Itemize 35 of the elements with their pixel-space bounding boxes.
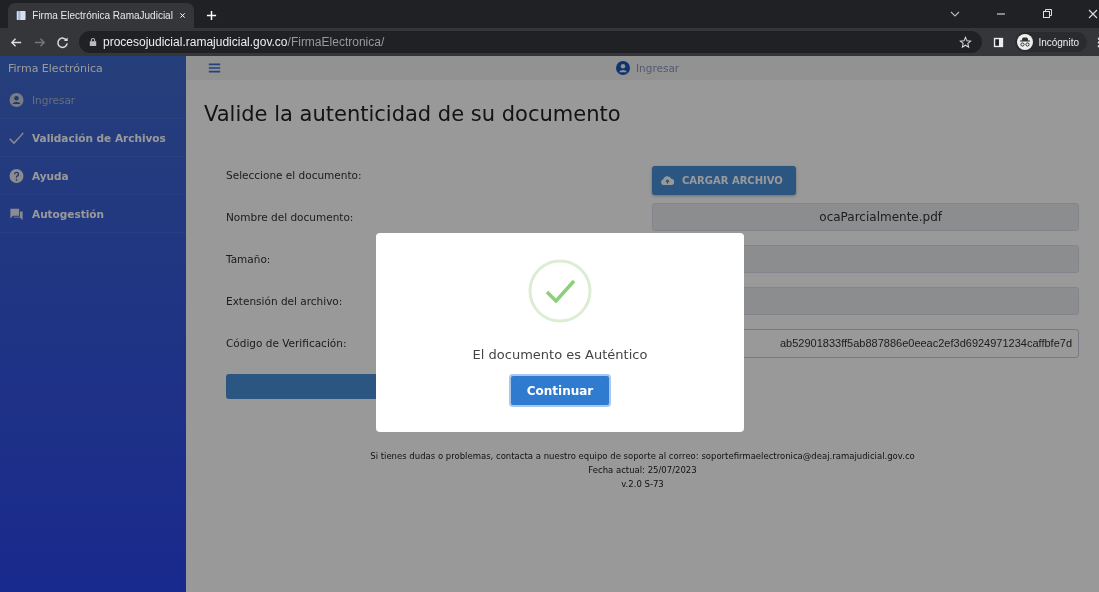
profile-button[interactable]: Incógnito	[1015, 32, 1087, 52]
restore-icon[interactable]	[1041, 8, 1053, 20]
close-icon[interactable]	[1087, 8, 1099, 20]
cloud-upload-icon	[660, 174, 675, 186]
user-icon	[9, 92, 24, 107]
upload-button[interactable]: CARGAR ARCHIVO	[652, 165, 796, 195]
address-field[interactable]: procesojudicial.ramajudicial.gov.co/FirmaElectronica/	[79, 31, 983, 53]
login-link[interactable]: Ingresar	[616, 61, 680, 75]
user-icon	[616, 61, 630, 75]
continue-button[interactable]: Continuar	[508, 374, 612, 407]
readonly-field: ocaParcialmente.pdf	[652, 203, 1079, 231]
field-label: Seleccione el documento:	[226, 169, 363, 181]
field-label: Código de Verificación:	[226, 337, 348, 349]
page-heading: Valide la autenticidad de su documento	[204, 102, 622, 126]
field-label: Extensión del archivo:	[226, 295, 344, 307]
incognito-icon	[1017, 34, 1034, 50]
footer-text: Si tienes dudas o problemas, contacta a nuestro equipo de soporte al correo: soportefirmaelectronica@deaj.ramajudicial.gov.co	[370, 451, 915, 461]
success-check-icon	[528, 259, 592, 323]
star-icon[interactable]	[959, 35, 973, 49]
check-icon	[9, 130, 24, 145]
new-tab-icon[interactable]	[206, 10, 217, 21]
app-title: Firma Electrónica	[7, 61, 104, 77]
dialog-message: El documento es Auténtico	[472, 347, 648, 362]
side-panel-icon[interactable]	[992, 35, 1006, 49]
field-label: Nombre del documento:	[226, 211, 355, 223]
tab-title: Firma Electrónica RamaJudicial	[32, 10, 173, 21]
page-icon	[16, 9, 27, 22]
reload-icon[interactable]	[56, 35, 69, 49]
lock-icon	[89, 37, 97, 47]
footer-text: Fecha actual: 25/07/2023	[588, 465, 697, 475]
chat-icon	[9, 206, 24, 221]
footer-text: v.2.0 S-73	[621, 479, 664, 489]
help-icon	[9, 168, 24, 183]
field-label: Tamaño:	[226, 253, 272, 265]
browser-tab[interactable]: Firma Electrónica RamaJudicial	[8, 3, 194, 28]
